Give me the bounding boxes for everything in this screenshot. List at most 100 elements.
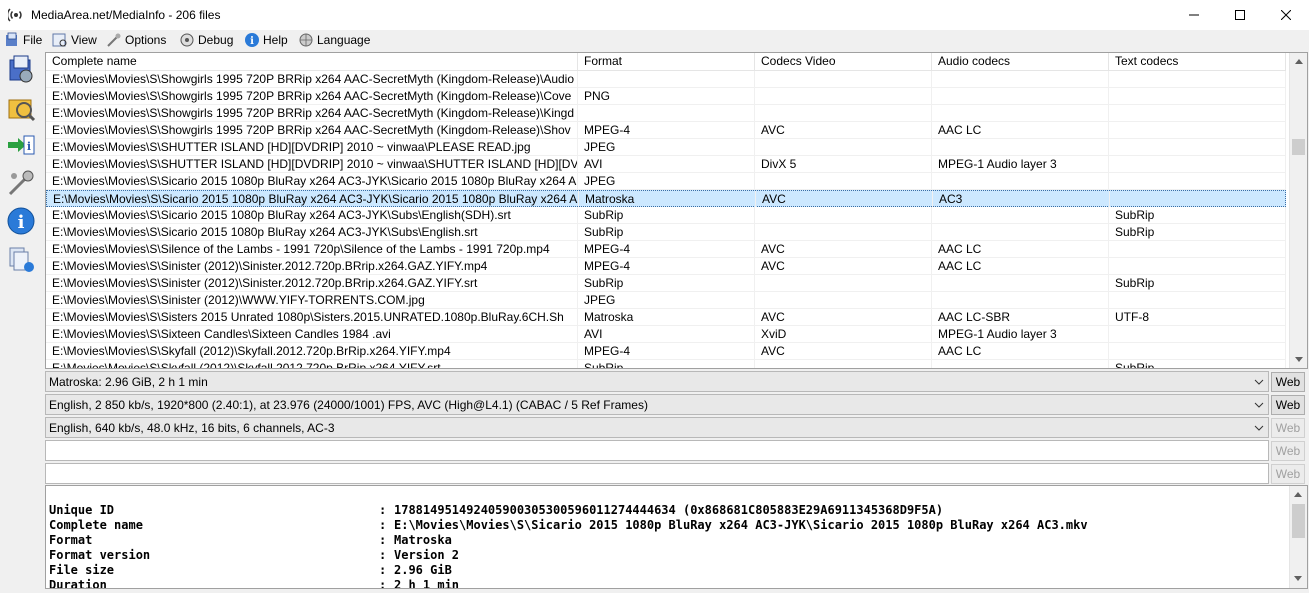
table-row[interactable]: E:\Movies\Movies\S\Showgirls 1995 720P B… xyxy=(46,71,1286,88)
cell-format xyxy=(578,105,755,121)
minimize-button[interactable] xyxy=(1171,0,1217,30)
cell-complete-name: E:\Movies\Movies\S\Showgirls 1995 720P B… xyxy=(46,88,578,104)
menu-view[interactable]: View xyxy=(52,32,97,48)
open-file-button[interactable] xyxy=(4,52,38,86)
other-stream-select[interactable] xyxy=(45,463,1269,484)
table-row[interactable]: E:\Movies\Movies\S\Showgirls 1995 720P B… xyxy=(46,105,1286,122)
column-header-text-codecs[interactable]: Text codecs xyxy=(1109,53,1286,70)
menu-options[interactable]: Options xyxy=(106,32,166,48)
table-row[interactable]: E:\Movies\Movies\S\Skyfall (2012)\Skyfal… xyxy=(46,343,1286,360)
menu-view-label: View xyxy=(71,33,97,47)
cell-audio-codecs: AAC LC-SBR xyxy=(932,309,1109,325)
menu-help-label: Help xyxy=(263,33,288,47)
cell-audio-codecs: MPEG-1 Audio layer 3 xyxy=(932,156,1109,172)
debug-icon xyxy=(180,33,194,47)
table-row[interactable]: E:\Movies\Movies\S\Sinister (2012)\WWW.Y… xyxy=(46,292,1286,309)
info-value: Matroska xyxy=(394,533,452,547)
table-row[interactable]: E:\Movies\Movies\S\Sinister (2012)\Sinis… xyxy=(46,258,1286,275)
cell-complete-name: E:\Movies\Movies\S\SHUTTER ISLAND [HD][D… xyxy=(46,139,578,155)
menu-file[interactable]: File xyxy=(4,32,42,48)
info-line: Format version: Version 2 xyxy=(49,533,459,562)
table-row[interactable]: E:\Movies\Movies\S\Showgirls 1995 720P B… xyxy=(46,88,1286,105)
cell-complete-name: E:\Movies\Movies\S\Sixteen Candles\Sixte… xyxy=(46,326,578,342)
info-separator: : xyxy=(379,578,387,589)
cell-complete-name: E:\Movies\Movies\S\Silence of the Lambs … xyxy=(46,241,578,257)
cell-codecs-video xyxy=(755,139,932,155)
knowledge-base-button[interactable] xyxy=(4,242,38,276)
preferences-button[interactable] xyxy=(4,166,38,200)
column-header-complete-name[interactable]: Complete name xyxy=(46,53,578,70)
svg-text:i: i xyxy=(250,36,254,47)
table-row[interactable]: E:\Movies\Movies\S\Silence of the Lambs … xyxy=(46,241,1286,258)
cell-codecs-video: AVC xyxy=(755,309,932,325)
cell-codecs-video: AVC xyxy=(755,122,932,138)
scroll-up-button[interactable] xyxy=(1290,53,1307,70)
cell-format: Matroska xyxy=(578,309,755,325)
file-list-body: E:\Movies\Movies\S\Showgirls 1995 720P B… xyxy=(46,71,1286,368)
close-button[interactable] xyxy=(1263,0,1309,30)
table-row[interactable]: E:\Movies\Movies\S\Skyfall (2012)\Skyfal… xyxy=(46,360,1286,368)
table-row[interactable]: E:\Movies\Movies\S\Sicario 2015 1080p Bl… xyxy=(46,224,1286,241)
info-scrollbar[interactable] xyxy=(1289,486,1307,588)
cell-audio-codecs: AAC LC xyxy=(932,122,1109,138)
video-stream-text: English, 2 850 kb/s, 1920*800 (2.40:1), … xyxy=(49,398,648,412)
cell-codecs-video: AVC xyxy=(755,258,932,274)
scroll-thumb[interactable] xyxy=(1292,139,1305,155)
info-scroll-thumb[interactable] xyxy=(1292,504,1305,538)
cell-format: MPEG-4 xyxy=(578,258,755,274)
video-stream-select[interactable]: English, 2 850 kb/s, 1920*800 (2.40:1), … xyxy=(45,394,1269,415)
other-web-button[interactable]: Web xyxy=(1271,464,1305,484)
menu-language[interactable]: Language xyxy=(298,32,370,48)
open-folder-button[interactable] xyxy=(4,90,38,124)
cell-codecs-video xyxy=(755,207,932,223)
menu-help[interactable]: i Help xyxy=(244,32,288,48)
media-info-text[interactable]: Unique ID:178814951492405900305300596011… xyxy=(45,485,1308,589)
options-icon xyxy=(107,33,121,47)
cell-format xyxy=(578,71,755,87)
table-row[interactable]: E:\Movies\Movies\S\Sicario 2015 1080p Bl… xyxy=(46,207,1286,224)
table-row[interactable]: E:\Movies\Movies\S\Sinister (2012)\Sinis… xyxy=(46,275,1286,292)
table-row[interactable]: E:\Movies\Movies\S\SHUTTER ISLAND [HD][D… xyxy=(46,139,1286,156)
maximize-button[interactable] xyxy=(1217,0,1263,30)
cell-complete-name: E:\Movies\Movies\S\Showgirls 1995 720P B… xyxy=(46,122,578,138)
cell-audio-codecs xyxy=(932,224,1109,240)
audio-stream-select[interactable]: English, 640 kb/s, 48.0 kHz, 16 bits, 6 … xyxy=(45,417,1269,438)
text-web-button[interactable]: Web xyxy=(1271,441,1305,461)
menu-debug[interactable]: Debug xyxy=(179,32,233,48)
cell-codecs-video xyxy=(755,88,932,104)
cell-format: MPEG-4 xyxy=(578,122,755,138)
audio-web-button[interactable]: Web xyxy=(1271,418,1305,438)
file-list-scrollbar[interactable] xyxy=(1289,53,1307,368)
text-stream-select[interactable] xyxy=(45,440,1269,461)
file-list[interactable]: Complete name Format Codecs Video Audio … xyxy=(45,52,1308,369)
info-line: Complete name: E:\Movies\Movies\S\Sicario… xyxy=(49,503,1088,532)
table-row[interactable]: E:\Movies\Movies\S\Sicario 2015 1080p Bl… xyxy=(46,173,1286,190)
column-header-format[interactable]: Format xyxy=(578,53,755,70)
cell-complete-name: E:\Movies\Movies\S\Sicario 2015 1080p Bl… xyxy=(46,173,578,189)
about-button[interactable]: i xyxy=(4,204,38,238)
cell-audio-codecs: AAC LC xyxy=(932,343,1109,359)
general-stream-select[interactable]: Matroska: 2.96 GiB, 2 h 1 min xyxy=(45,371,1269,392)
table-row[interactable]: E:\Movies\Movies\S\Sicario 2015 1080p Bl… xyxy=(46,190,1286,207)
column-header-codecs-video[interactable]: Codecs Video xyxy=(755,53,932,70)
column-header-audio-codecs[interactable]: Audio codecs xyxy=(932,53,1109,70)
cell-text-codecs xyxy=(1109,156,1286,172)
cell-format: JPEG xyxy=(578,173,755,189)
export-button[interactable]: i xyxy=(4,128,38,162)
table-row[interactable]: E:\Movies\Movies\S\Sisters 2015 Unrated … xyxy=(46,309,1286,326)
table-row[interactable]: E:\Movies\Movies\S\SHUTTER ISLAND [HD][D… xyxy=(46,156,1286,173)
view-icon xyxy=(52,33,67,47)
documents-icon xyxy=(9,247,34,272)
info-separator: : xyxy=(379,503,387,517)
cell-format: JPEG xyxy=(578,292,755,308)
scroll-down-button[interactable] xyxy=(1290,351,1307,368)
info-value: 2.96 GiB xyxy=(394,563,452,577)
info-value: Version 2 xyxy=(394,548,460,562)
video-web-button[interactable]: Web xyxy=(1271,395,1305,415)
general-web-button[interactable]: Web xyxy=(1271,372,1305,392)
table-row[interactable]: E:\Movies\Movies\S\Sixteen Candles\Sixte… xyxy=(46,326,1286,343)
open-folder-icon xyxy=(8,99,36,122)
table-row[interactable]: E:\Movies\Movies\S\Showgirls 1995 720P B… xyxy=(46,122,1286,139)
menu-bar: File View Options Debug i Help Language xyxy=(0,30,1309,50)
close-icon xyxy=(1281,10,1291,20)
